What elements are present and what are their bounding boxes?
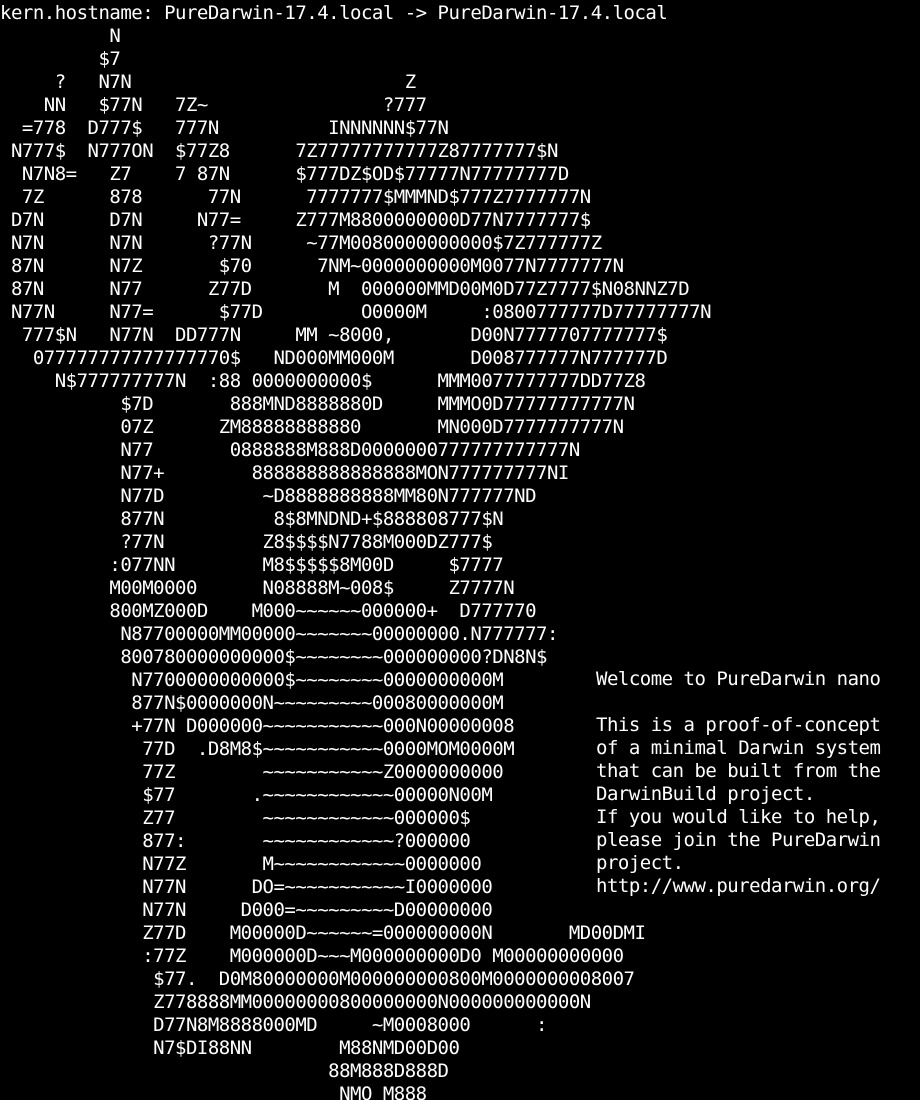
ascii-art-line: N7$DI88NN M88NMD00D00 bbox=[0, 1037, 460, 1059]
ascii-art-line: :077NN M8$$$$$8M00D $7777 bbox=[0, 554, 504, 576]
welcome-line: please join the PureDarwin bbox=[596, 829, 881, 851]
ascii-art-line: ?77N Z8$$$$N7788M000DZ777$ bbox=[0, 531, 493, 553]
ascii-art-line: NMO M888 bbox=[0, 1083, 427, 1100]
ascii-art-line: 88M888D888D bbox=[0, 1060, 449, 1082]
ascii-art-line: +77N D000000~~~~~~~~~~~000N00000008 bbox=[0, 715, 515, 737]
ascii-art-line: D77N8M8888000MD ~M0008000 : bbox=[0, 1014, 547, 1036]
ascii-art-line: 77Z ~~~~~~~~~~~Z0000000000 bbox=[0, 761, 504, 783]
ascii-art-line: N777$ N777ON $77Z8 7Z77777777777Z8777777… bbox=[0, 140, 558, 162]
welcome-url: http://www.puredarwin.org/ bbox=[596, 875, 881, 897]
ascii-art-line: N87700000MM00000~~~~~~~00000000.N777777: bbox=[0, 623, 558, 645]
hostname-line: kern.hostname: PureDarwin-17.4.local -> … bbox=[0, 2, 668, 24]
ascii-art-line: N$777777777N :88 0000000000$ MMM00777777… bbox=[0, 370, 646, 392]
console-screen: kern.hostname: PureDarwin-17.4.local -> … bbox=[0, 0, 920, 1100]
welcome-line: This is a proof-of-concept bbox=[596, 714, 881, 736]
ascii-art-line: $7D 888MND8888880D MMMO0D77777777777N bbox=[0, 393, 635, 415]
ascii-art-line: 7Z 878 77N 7777777$MMMND$777Z7777777N bbox=[0, 186, 591, 208]
ascii-art-line: N77Z M~~~~~~~~~~~~0000000 bbox=[0, 853, 482, 875]
ascii-art-line: $77. D0M80000000M000000000800M0000000008… bbox=[0, 968, 635, 990]
welcome-line: project. bbox=[596, 852, 684, 874]
ascii-art-line: 800780000000000$~~~~~~~~000000000?DN8N$ bbox=[0, 646, 547, 668]
ascii-art-line: 800MZ000D M000~~~~~~000000+ D777770 bbox=[0, 600, 537, 622]
ascii-art-line: N7N8= Z7 7 87N $777DZ$OD$77777N77777777D bbox=[0, 163, 569, 185]
ascii-art-line: 87N N7Z $70 7NM~0000000000M0077N7777777N bbox=[0, 255, 624, 277]
ascii-art-line: N77N DO=~~~~~~~~~~~I0000000 bbox=[0, 876, 493, 898]
welcome-title: Welcome to PureDarwin nano bbox=[596, 668, 881, 690]
ascii-art-line: N bbox=[0, 25, 121, 47]
ascii-art-line: N77+ 888888888888888MON777777777NI bbox=[0, 462, 569, 484]
ascii-art-line: D7N D7N N77= Z777M8800000000D77N7777777$ bbox=[0, 209, 591, 231]
welcome-line: If you would like to help, bbox=[596, 806, 881, 828]
ascii-art-line: 877N$0000000N~~~~~~~~~00080000000M bbox=[0, 692, 504, 714]
ascii-art-line: :77Z M000000D~~~M000000000D0 M0000000000… bbox=[0, 945, 624, 967]
welcome-line: DarwinBuild project. bbox=[596, 783, 815, 805]
ascii-art-line: N7700000000000$~~~~~~~~0000000000M bbox=[0, 669, 504, 691]
ascii-art-line: Z77D M00000D~~~~~~=000000000N MD00DMI bbox=[0, 922, 646, 944]
ascii-art-line: 877: ~~~~~~~~~~~~?000000 bbox=[0, 830, 471, 852]
ascii-art-line: 07Z ZM88888888880 MN000D7777777777N bbox=[0, 416, 624, 438]
welcome-line: of a minimal Darwin system bbox=[596, 737, 881, 759]
ascii-art-line: 877N 8$8MNDND+$888808777$N bbox=[0, 508, 504, 530]
ascii-art-line: Z778888MM00000000800000000N000000000000N bbox=[0, 991, 591, 1013]
ascii-art-line: 077777777777777770$ ND000MM000M D0087777… bbox=[0, 347, 668, 369]
ascii-art-line: $7 bbox=[0, 48, 121, 70]
ascii-art-line: 87N N77 Z77D M 000000MMD00M0D77Z7777$N08… bbox=[0, 278, 690, 300]
ascii-art-line: N77 0888888M888D0000000777777777777N bbox=[0, 439, 580, 461]
ascii-art-line: NN $77N 7Z~ ?777 bbox=[0, 94, 427, 116]
ascii-art-line: N7N N7N ?77N ~77M0080000000000$7Z777777Z bbox=[0, 232, 602, 254]
ascii-art-line: 77D .D8M8$~~~~~~~~~~~0000MOM0000M bbox=[0, 738, 515, 760]
ascii-art-line: N77N D000=~~~~~~~~~D00000000 bbox=[0, 899, 493, 921]
ascii-art-line: $77 .~~~~~~~~~~~~00000N00M bbox=[0, 784, 493, 806]
ascii-art-line: 777$N N77N DD777N MM ~8000, D00N77777077… bbox=[0, 324, 668, 346]
ascii-art-line: N77N N77= $77D O0000M :0800777777D777777… bbox=[0, 301, 712, 323]
ascii-art-line: ? N7N Z bbox=[0, 71, 416, 93]
ascii-art-line: N77D ~D8888888888MM80N777777ND bbox=[0, 485, 537, 507]
ascii-art-line: M00M0000 N08888M~008$ Z7777N bbox=[0, 577, 515, 599]
welcome-line: that can be built from the bbox=[596, 760, 881, 782]
ascii-art-line: =778 D777$ 777N INNNNNN$77N bbox=[0, 117, 449, 139]
ascii-art-line: Z77 ~~~~~~~~~~~~000000$ bbox=[0, 807, 471, 829]
